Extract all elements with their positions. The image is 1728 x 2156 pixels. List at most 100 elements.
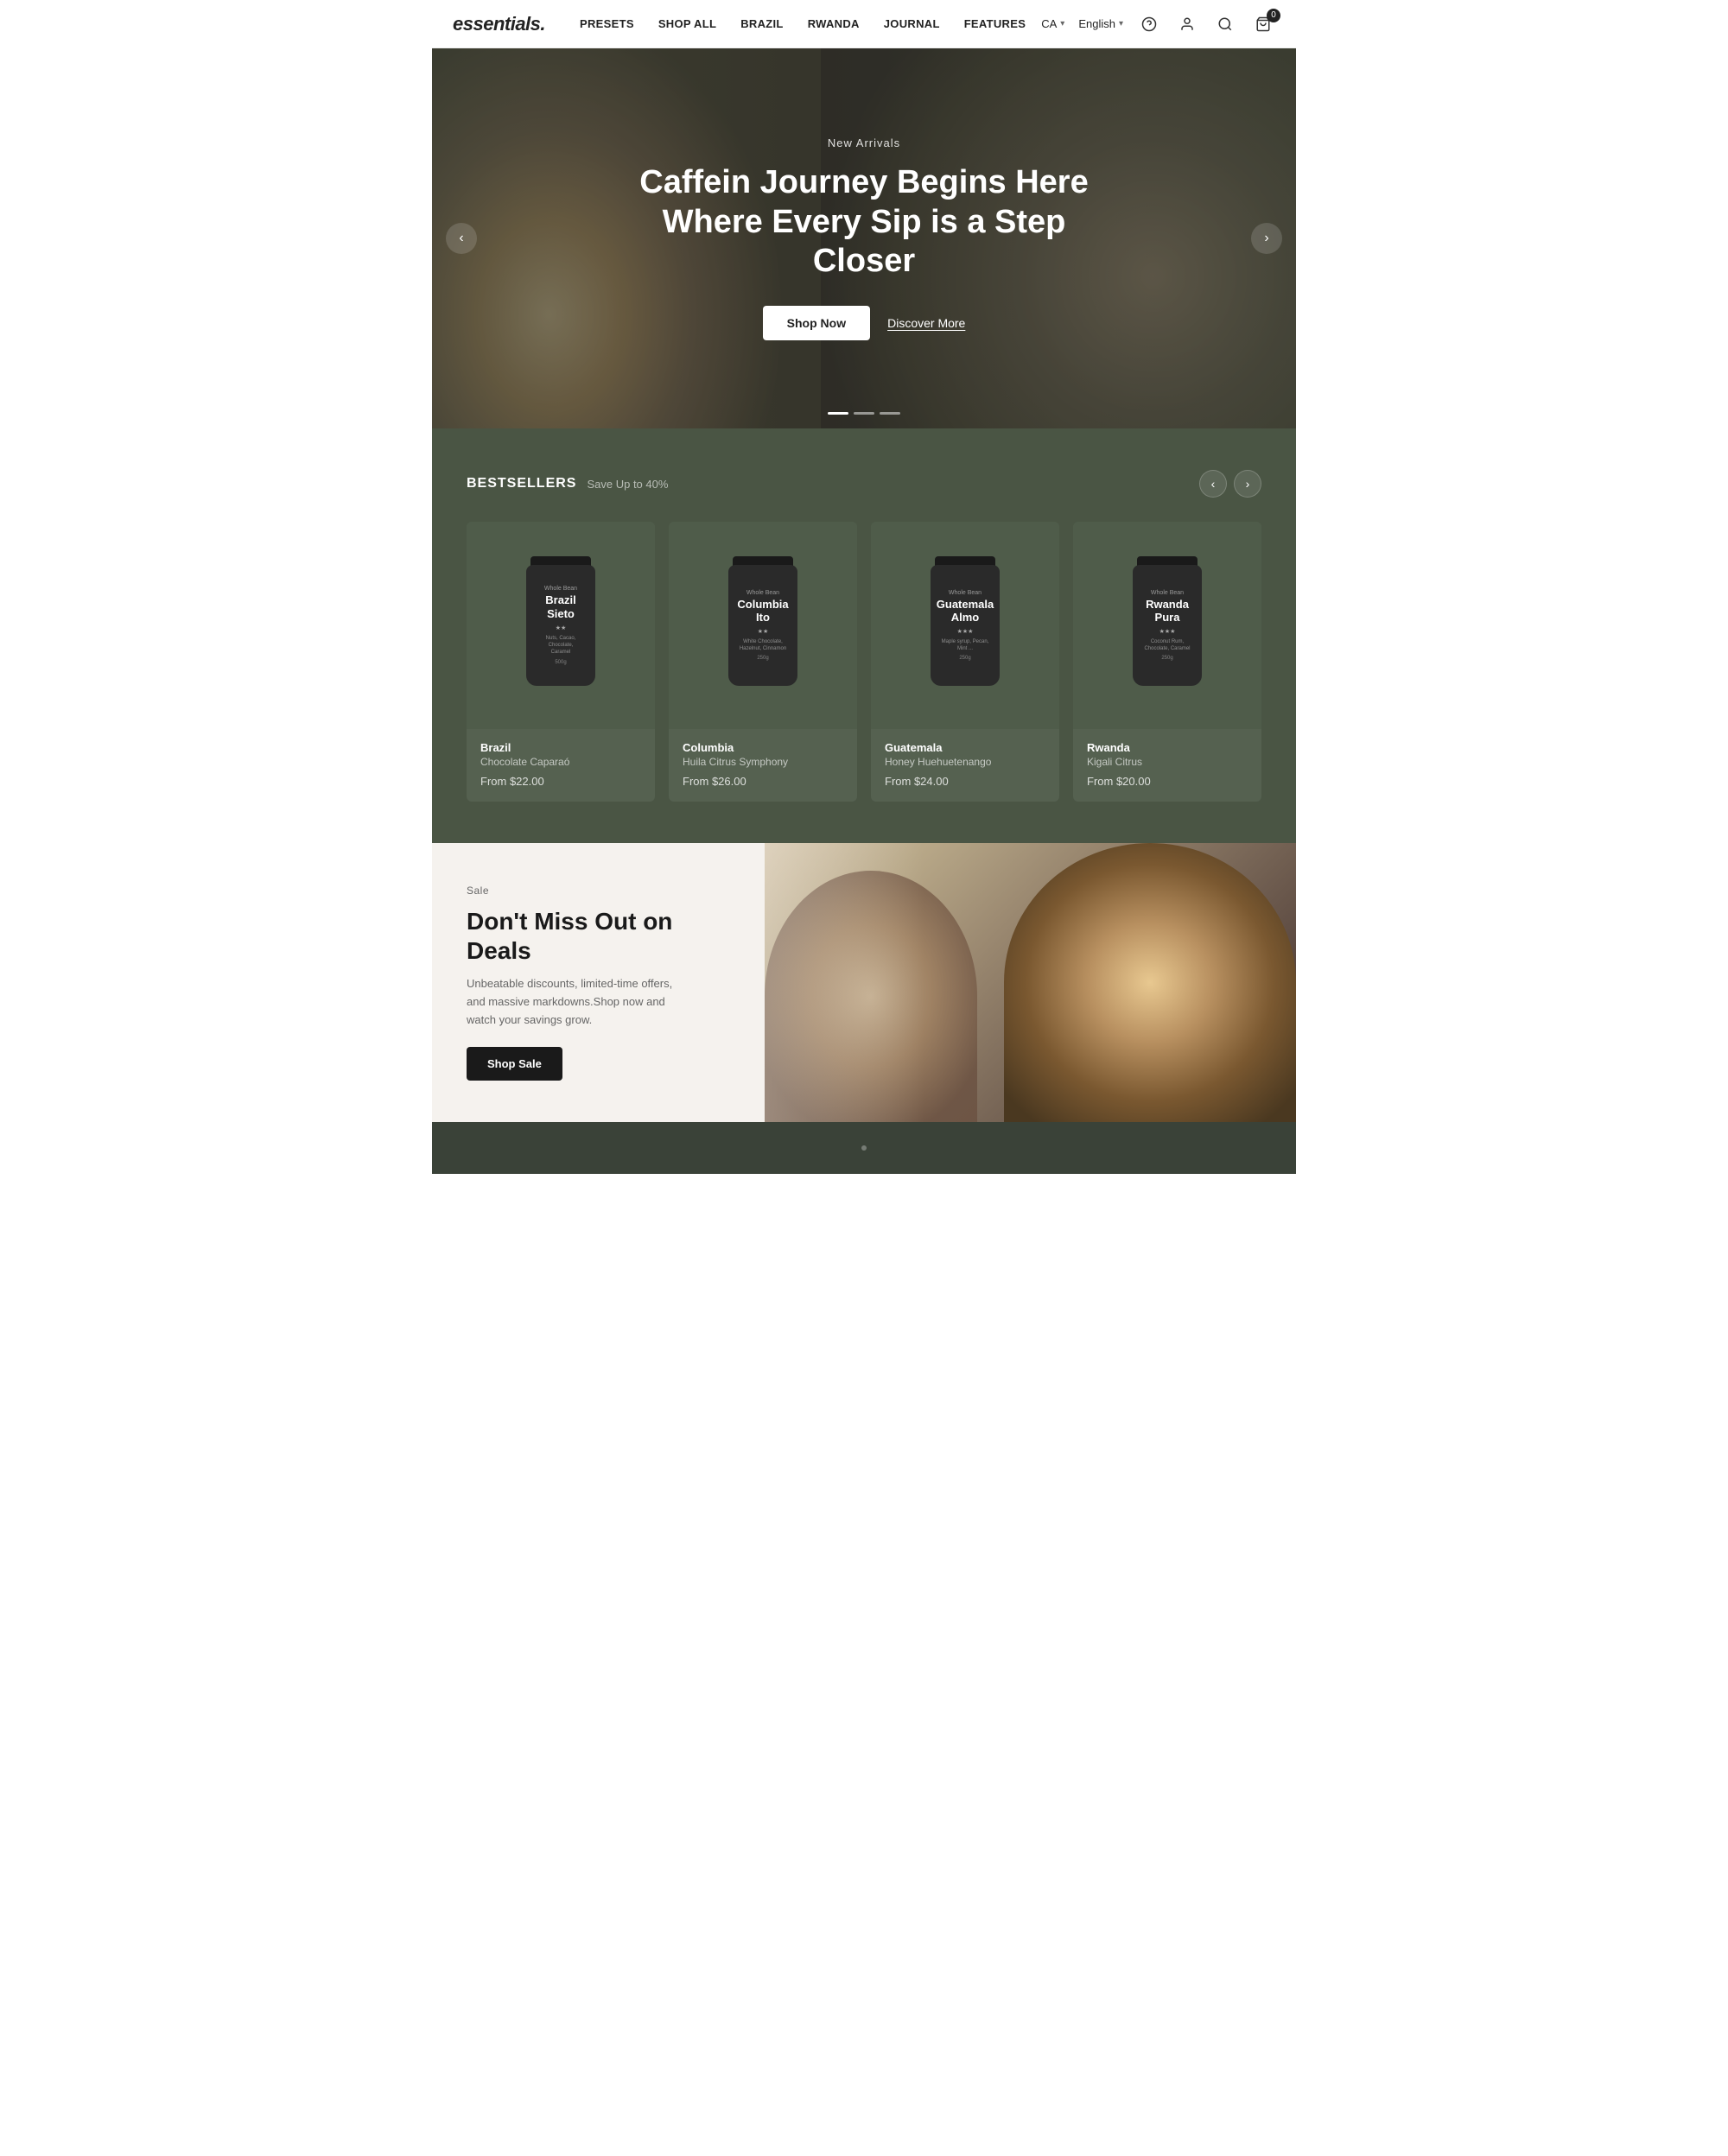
sale-description: Unbeatable discounts, limited-time offer…: [467, 975, 691, 1029]
bag-name: RwandaPura: [1146, 598, 1189, 625]
bag-origin: Whole Bean: [746, 590, 779, 596]
product-price-2: From $24.00: [885, 775, 1045, 788]
section-subtitle: Save Up to 40%: [587, 478, 668, 491]
product-price-3: From $20.00: [1087, 775, 1248, 788]
nav-item-journal[interactable]: JOURNAL: [884, 17, 940, 30]
nav-right: CA ▾ English ▾: [1041, 12, 1275, 36]
bag-name: BrazilSieto: [545, 593, 575, 620]
bag-origin: Whole Bean: [544, 586, 577, 592]
cart-button[interactable]: 0: [1251, 12, 1275, 36]
hero-dot-2[interactable]: [854, 412, 874, 415]
products-next-button[interactable]: ›: [1234, 470, 1261, 498]
product-origin-2: Guatemala: [885, 741, 1045, 754]
bag-stars: ★★★: [1159, 628, 1176, 635]
bag-weight: 250g: [959, 656, 970, 661]
sale-content: Sale Don't Miss Out on Deals Unbeatable …: [432, 843, 765, 1122]
product-price-0: From $22.00: [480, 775, 641, 788]
sale-title: Don't Miss Out on Deals: [467, 907, 730, 965]
hero-buttons: Shop Now Discover More: [763, 306, 966, 340]
product-origin-3: Rwanda: [1087, 741, 1248, 754]
nav-links: PRESETS SHOP ALL BRAZIL RWANDA JOURNAL F…: [580, 17, 1041, 30]
chevron-down-icon: ▾: [1060, 19, 1064, 29]
product-image-2: Whole Bean GuatemalaAlmo ★★★ Maple syrup…: [871, 522, 1059, 729]
nav-item-rwanda[interactable]: RWANDA: [808, 17, 860, 30]
navbar: essentials. PRESETS SHOP ALL BRAZIL RWAN…: [432, 0, 1296, 48]
bag-desc: Coconut Rum,Chocolate, Caramel: [1144, 638, 1190, 653]
nav-item-features[interactable]: FEATURES: [964, 17, 1026, 30]
products-prev-button[interactable]: ‹: [1199, 470, 1227, 498]
hero-dots: [828, 412, 900, 415]
bag-stars: ★★: [556, 625, 567, 631]
coffee-bag-2: Whole Bean GuatemalaAlmo ★★★ Maple syrup…: [922, 556, 1008, 694]
section-title-group: BESTSELLERS Save Up to 40%: [467, 476, 668, 491]
hero-section: New Arrivals Caffein Journey Begins Here…: [432, 48, 1296, 428]
nav-item-presets[interactable]: PRESETS: [580, 17, 634, 30]
brand-logo[interactable]: essentials.: [453, 13, 545, 35]
product-price-1: From $26.00: [683, 775, 843, 788]
bag-name: ColumbiaIto: [737, 598, 788, 625]
chevron-down-icon: ▾: [1119, 19, 1123, 29]
section-title: BESTSELLERS: [467, 476, 576, 491]
section-header: BESTSELLERS Save Up to 40% ‹ ›: [467, 470, 1261, 498]
product-card-2[interactable]: Whole Bean GuatemalaAlmo ★★★ Maple syrup…: [871, 522, 1059, 802]
discover-more-button[interactable]: Discover More: [887, 316, 965, 330]
account-button[interactable]: [1175, 12, 1199, 36]
bag-desc: Nuts, Cacao, Chocolate,Caramel: [533, 635, 588, 656]
nav-item-shop-all[interactable]: SHOP ALL: [658, 17, 716, 30]
hero-prev-button[interactable]: ‹: [446, 223, 477, 254]
product-image-0: Whole Bean BrazilSieto ★★ Nuts, Cacao, C…: [467, 522, 655, 729]
product-card-1[interactable]: Whole Bean ColumbiaIto ★★ White Chocolat…: [669, 522, 857, 802]
bag-body: Whole Bean RwandaPura ★★★ Coconut Rum,Ch…: [1133, 565, 1202, 686]
product-name-1: Huila Citrus Symphony: [683, 756, 843, 768]
language-label: English: [1078, 17, 1115, 30]
country-selector[interactable]: CA ▾: [1041, 17, 1064, 30]
nav-item-brazil[interactable]: BRAZIL: [740, 17, 783, 30]
bag-desc: White Chocolate,Hazelnut, Cinnamon: [740, 638, 786, 653]
product-card-0[interactable]: Whole Bean BrazilSieto ★★ Nuts, Cacao, C…: [467, 522, 655, 802]
sale-image: [765, 843, 1296, 1122]
sale-section: Sale Don't Miss Out on Deals Unbeatable …: [432, 843, 1296, 1122]
product-card-3[interactable]: Whole Bean RwandaPura ★★★ Coconut Rum,Ch…: [1073, 522, 1261, 802]
sale-tag: Sale: [467, 885, 730, 897]
bag-body: Whole Bean BrazilSieto ★★ Nuts, Cacao, C…: [526, 565, 595, 686]
hero-next-button[interactable]: ›: [1251, 223, 1282, 254]
help-button[interactable]: [1137, 12, 1161, 36]
product-name-2: Honey Huehuetenango: [885, 756, 1045, 768]
product-image-3: Whole Bean RwandaPura ★★★ Coconut Rum,Ch…: [1073, 522, 1261, 729]
footer-preview: [432, 1122, 1296, 1174]
bag-weight: 250g: [1161, 656, 1172, 661]
product-info-2: Guatemala Honey Huehuetenango From $24.0…: [871, 729, 1059, 802]
footer-dot: [861, 1145, 867, 1151]
language-selector[interactable]: English ▾: [1078, 17, 1123, 30]
section-arrows: ‹ ›: [1199, 470, 1261, 498]
coffee-bag-1: Whole Bean ColumbiaIto ★★ White Chocolat…: [720, 556, 806, 694]
bestsellers-section: BESTSELLERS Save Up to 40% ‹ › Whole Bea…: [432, 428, 1296, 843]
product-info-0: Brazil Chocolate Caparaó From $22.00: [467, 729, 655, 802]
bag-weight: 250g: [757, 656, 768, 661]
product-image-1: Whole Bean ColumbiaIto ★★ White Chocolat…: [669, 522, 857, 729]
bag-body: Whole Bean GuatemalaAlmo ★★★ Maple syrup…: [931, 565, 1000, 686]
cart-count: 0: [1267, 9, 1280, 22]
search-button[interactable]: [1213, 12, 1237, 36]
products-grid: Whole Bean BrazilSieto ★★ Nuts, Cacao, C…: [467, 522, 1261, 802]
hero-dot-1[interactable]: [828, 412, 848, 415]
product-origin-1: Columbia: [683, 741, 843, 754]
sale-image-bg: [765, 843, 1296, 1122]
product-name-0: Chocolate Caparaó: [480, 756, 641, 768]
bag-weight: 500g: [555, 660, 566, 665]
hero-title: Caffein Journey Begins Here Where Every …: [613, 163, 1115, 282]
product-origin-0: Brazil: [480, 741, 641, 754]
coffee-bag-3: Whole Bean RwandaPura ★★★ Coconut Rum,Ch…: [1124, 556, 1210, 694]
product-info-1: Columbia Huila Citrus Symphony From $26.…: [669, 729, 857, 802]
bag-desc: Maple syrup, Pecan,Mint ...: [942, 638, 989, 653]
sale-overlay: [765, 843, 1296, 1122]
hero-dot-3[interactable]: [880, 412, 900, 415]
bag-origin: Whole Bean: [1151, 590, 1184, 596]
shop-sale-button[interactable]: Shop Sale: [467, 1047, 562, 1081]
bag-name: GuatemalaAlmo: [937, 598, 994, 625]
bag-body: Whole Bean ColumbiaIto ★★ White Chocolat…: [728, 565, 797, 686]
bag-stars: ★★★: [957, 628, 974, 635]
shop-now-button[interactable]: Shop Now: [763, 306, 870, 340]
bag-stars: ★★: [758, 628, 769, 635]
product-name-3: Kigali Citrus: [1087, 756, 1248, 768]
